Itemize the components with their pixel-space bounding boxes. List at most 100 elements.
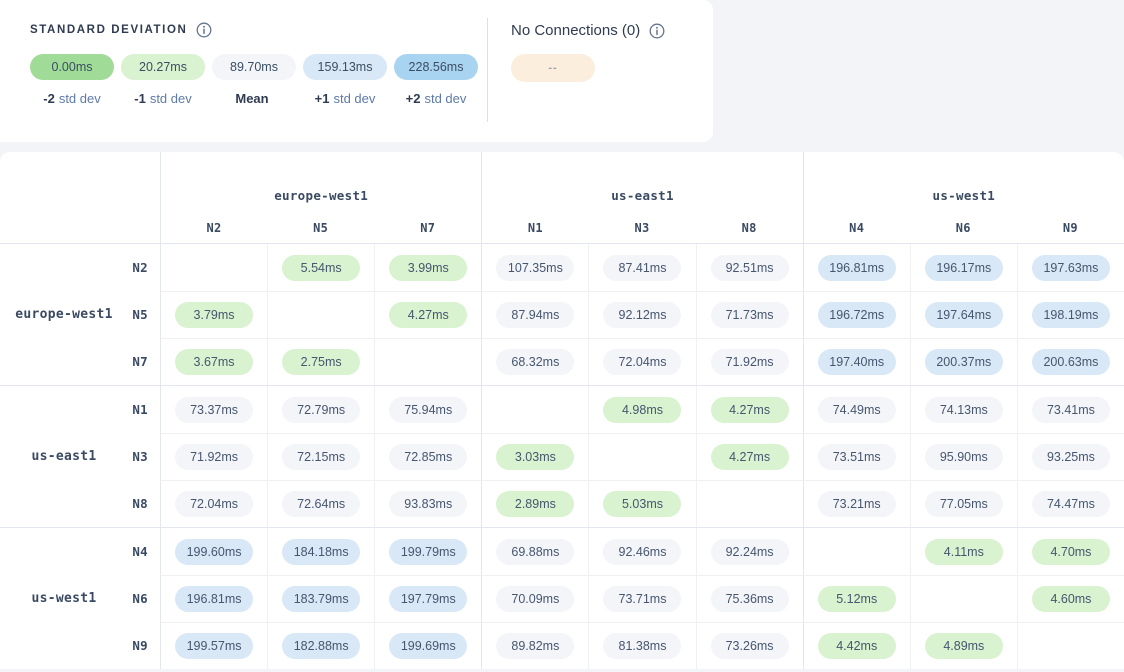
latency-pill[interactable]: 182.88ms bbox=[282, 633, 360, 659]
latency-pill[interactable]: 200.37ms bbox=[925, 349, 1003, 375]
latency-pill[interactable]: 196.17ms bbox=[925, 255, 1003, 281]
latency-pill[interactable]: 72.15ms bbox=[282, 444, 360, 470]
latency-pill[interactable]: 73.51ms bbox=[818, 444, 896, 470]
matrix-cell-self bbox=[160, 244, 267, 291]
latency-pill[interactable]: 81.38ms bbox=[603, 633, 681, 659]
std-dev-pill: 159.13ms bbox=[303, 54, 387, 80]
latency-pill[interactable]: 199.57ms bbox=[175, 633, 253, 659]
latency-pill[interactable]: 74.47ms bbox=[1032, 491, 1110, 517]
latency-pill[interactable]: 198.19ms bbox=[1032, 302, 1110, 328]
latency-pill[interactable]: 5.54ms bbox=[282, 255, 360, 281]
latency-pill[interactable]: 93.83ms bbox=[389, 491, 467, 517]
latency-pill[interactable]: 68.32ms bbox=[496, 349, 574, 375]
latency-pill[interactable]: 4.27ms bbox=[711, 397, 789, 423]
latency-pill[interactable]: 73.21ms bbox=[818, 491, 896, 517]
matrix-cell: 73.41ms bbox=[1017, 386, 1124, 433]
latency-pill[interactable]: 70.09ms bbox=[496, 586, 574, 612]
matrix-cell-self bbox=[481, 386, 588, 433]
latency-pill[interactable]: 200.63ms bbox=[1032, 349, 1110, 375]
latency-pill[interactable]: 74.49ms bbox=[818, 397, 896, 423]
latency-pill[interactable]: 92.46ms bbox=[603, 539, 681, 565]
latency-pill[interactable]: 4.11ms bbox=[925, 539, 1003, 565]
latency-pill[interactable]: 77.05ms bbox=[925, 491, 1003, 517]
latency-pill[interactable]: 3.67ms bbox=[175, 349, 253, 375]
latency-pill[interactable]: 92.24ms bbox=[711, 539, 789, 565]
latency-pill[interactable]: 199.79ms bbox=[389, 539, 467, 565]
latency-pill[interactable]: 4.27ms bbox=[389, 302, 467, 328]
matrix-cell-self bbox=[803, 528, 910, 575]
latency-pill[interactable]: 3.99ms bbox=[389, 255, 467, 281]
latency-pill[interactable]: 4.98ms bbox=[603, 397, 681, 423]
latency-pill[interactable]: 184.18ms bbox=[282, 539, 360, 565]
column-node-label: N1 bbox=[481, 212, 588, 243]
latency-pill[interactable]: 73.41ms bbox=[1032, 397, 1110, 423]
latency-pill[interactable]: 2.75ms bbox=[282, 349, 360, 375]
latency-pill[interactable]: 75.36ms bbox=[711, 586, 789, 612]
matrix-cell: 74.47ms bbox=[1017, 480, 1124, 527]
matrix-cell: 4.98ms bbox=[588, 386, 695, 433]
latency-pill[interactable]: 199.69ms bbox=[389, 633, 467, 659]
latency-pill[interactable]: 3.03ms bbox=[496, 444, 574, 470]
latency-pill[interactable]: 4.27ms bbox=[711, 444, 789, 470]
latency-pill[interactable]: 74.13ms bbox=[925, 397, 1003, 423]
latency-pill[interactable]: 69.88ms bbox=[496, 539, 574, 565]
latency-pill[interactable]: 197.64ms bbox=[925, 302, 1003, 328]
row-group-region-label: europe-west1 bbox=[0, 244, 128, 385]
latency-pill[interactable]: 4.42ms bbox=[818, 633, 896, 659]
latency-pill[interactable]: 72.85ms bbox=[389, 444, 467, 470]
column-group-region-label: europe-west1 bbox=[160, 152, 481, 212]
latency-pill[interactable]: 73.26ms bbox=[711, 633, 789, 659]
latency-pill[interactable]: 4.70ms bbox=[1032, 539, 1110, 565]
matrix-cell: 70.09ms bbox=[481, 575, 588, 622]
latency-pill[interactable]: 87.41ms bbox=[603, 255, 681, 281]
column-node-label: N6 bbox=[910, 212, 1017, 243]
info-icon[interactable] bbox=[196, 22, 212, 38]
latency-pill[interactable]: 73.37ms bbox=[175, 397, 253, 423]
std-dev-stop: 159.13ms +1std dev bbox=[303, 54, 387, 106]
latency-pill[interactable]: 4.60ms bbox=[1032, 586, 1110, 612]
latency-pill[interactable]: 71.73ms bbox=[711, 302, 789, 328]
matrix-cell: 5.03ms bbox=[588, 480, 695, 527]
latency-pill[interactable]: 2.89ms bbox=[496, 491, 574, 517]
latency-pill[interactable]: 72.04ms bbox=[175, 491, 253, 517]
matrix-cell: 87.94ms bbox=[481, 291, 588, 338]
latency-pill[interactable]: 197.63ms bbox=[1032, 255, 1110, 281]
row-node-label: N8 bbox=[128, 480, 160, 527]
info-icon[interactable] bbox=[649, 23, 665, 39]
latency-pill[interactable]: 87.94ms bbox=[496, 302, 574, 328]
latency-pill[interactable]: 197.40ms bbox=[818, 349, 896, 375]
latency-pill[interactable]: 196.72ms bbox=[818, 302, 896, 328]
latency-pill[interactable]: 93.25ms bbox=[1032, 444, 1110, 470]
latency-pill[interactable]: 92.12ms bbox=[603, 302, 681, 328]
latency-pill[interactable]: 72.04ms bbox=[603, 349, 681, 375]
latency-pill[interactable]: 197.79ms bbox=[389, 586, 467, 612]
latency-pill[interactable]: 73.71ms bbox=[603, 586, 681, 612]
matrix-cell: 81.38ms bbox=[588, 622, 695, 669]
std-dev-scale: 0.00ms -2std dev 20.27ms -1std dev 89.70… bbox=[30, 54, 478, 106]
latency-pill[interactable]: 71.92ms bbox=[711, 349, 789, 375]
matrix-cell: 72.64ms bbox=[267, 480, 374, 527]
latency-pill[interactable]: 92.51ms bbox=[711, 255, 789, 281]
row-group: europe-west1N25.54ms3.99ms107.35ms87.41m… bbox=[0, 244, 1124, 385]
latency-pill[interactable]: 5.03ms bbox=[603, 491, 681, 517]
matrix-cell: 72.04ms bbox=[160, 480, 267, 527]
latency-pill[interactable]: 89.82ms bbox=[496, 633, 574, 659]
latency-pill[interactable]: 4.89ms bbox=[925, 633, 1003, 659]
row-group-region-label: us-west1 bbox=[0, 528, 128, 669]
latency-pill[interactable]: 196.81ms bbox=[175, 586, 253, 612]
latency-pill[interactable]: 107.35ms bbox=[496, 255, 574, 281]
latency-pill[interactable]: 5.12ms bbox=[818, 586, 896, 612]
latency-pill[interactable]: 196.81ms bbox=[818, 255, 896, 281]
legend-card: STANDARD DEVIATION 0.00ms -2std dev 20.2… bbox=[0, 0, 713, 142]
latency-pill[interactable]: 95.90ms bbox=[925, 444, 1003, 470]
latency-pill[interactable]: 183.79ms bbox=[282, 586, 360, 612]
matrix-cell: 4.70ms bbox=[1017, 528, 1124, 575]
latency-pill[interactable]: 71.92ms bbox=[175, 444, 253, 470]
latency-pill[interactable]: 199.60ms bbox=[175, 539, 253, 565]
matrix-cell: 4.60ms bbox=[1017, 575, 1124, 622]
std-dev-label: Mean bbox=[235, 91, 272, 106]
latency-pill[interactable]: 72.64ms bbox=[282, 491, 360, 517]
latency-pill[interactable]: 75.94ms bbox=[389, 397, 467, 423]
latency-pill[interactable]: 72.79ms bbox=[282, 397, 360, 423]
latency-pill[interactable]: 3.79ms bbox=[175, 302, 253, 328]
